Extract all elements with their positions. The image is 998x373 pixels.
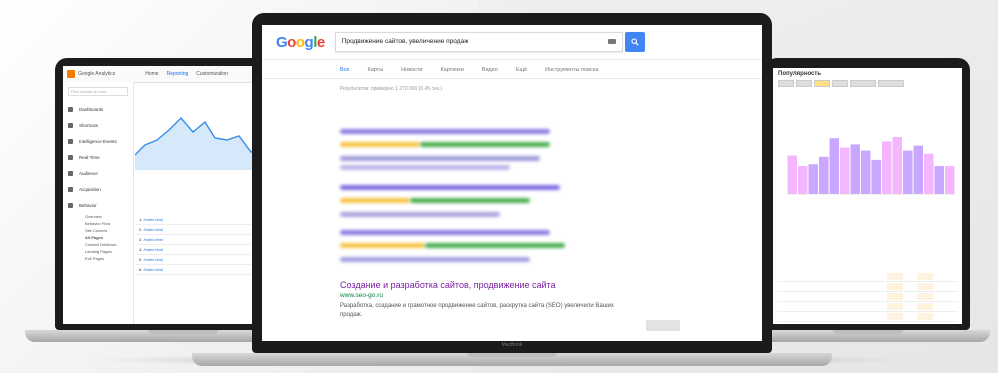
analytics-sidebar: Find reports & more Dashboards Shortcuts… (63, 82, 134, 324)
sidebar-item-acquisition[interactable]: Acquisition (63, 181, 133, 197)
right-laptop: Популярность (745, 58, 990, 348)
tab-reporting[interactable]: Reporting (167, 71, 189, 77)
result-image-placeholder (646, 320, 680, 331)
chart-bar (861, 150, 871, 194)
subnav-landing-pages[interactable]: Landing Pages (63, 248, 133, 255)
tab-more[interactable]: Ещё (516, 67, 527, 73)
table-row[interactable] (777, 313, 958, 322)
bezel-label: MacBook (501, 342, 523, 348)
shortcut-icon (68, 122, 73, 128)
tab-tools[interactable]: Инструменты поиска (545, 67, 598, 73)
result-url[interactable]: www.seo-go.ru (340, 292, 680, 299)
chart-bar (840, 147, 850, 194)
search-icon (631, 38, 639, 46)
result-count: Результатов: примерно 1 270 000 (0,45 се… (340, 86, 443, 92)
subnav-site-content[interactable]: Site Content (63, 227, 133, 234)
sidebar-item-behavior[interactable]: Behavior (63, 197, 133, 213)
result-title-link[interactable]: Создание и разработка сайтов, продвижени… (340, 280, 680, 290)
subnav-content-drilldown[interactable]: Content Drilldown (63, 241, 133, 248)
tab-images[interactable]: Картинки (440, 67, 463, 73)
report-screen: Популярность (773, 68, 962, 324)
tab-maps[interactable]: Карты (367, 67, 383, 73)
center-laptop: Google Продвижение сайтов, увеличение пр… (192, 13, 832, 368)
chart-bar (871, 159, 881, 194)
toolbar-button-active[interactable] (814, 80, 830, 87)
blurred-result-2 (340, 185, 560, 221)
analytics-logo-label: Google Analytics (78, 71, 116, 77)
chart-bar (903, 150, 913, 194)
toolbar-button[interactable] (832, 80, 848, 87)
chart-bar (819, 156, 829, 194)
people-icon (68, 170, 73, 176)
sidebar-item-intelligence[interactable]: Intelligence Events (63, 133, 133, 149)
tab-news[interactable]: Новости (401, 67, 422, 73)
analytics-logo-icon (67, 70, 75, 78)
google-results-screen: Google Продвижение сайтов, увеличение пр… (262, 25, 762, 341)
toolbar-button[interactable] (878, 80, 904, 87)
chart-bar (945, 166, 955, 194)
chart-bar (808, 164, 818, 194)
chart-bar (882, 141, 892, 194)
table-row[interactable] (777, 273, 958, 282)
search-button[interactable] (624, 32, 645, 52)
chart-bar (934, 166, 944, 194)
dashboard-icon (68, 106, 73, 112)
chart-bar (798, 166, 808, 194)
chart-bar (850, 144, 860, 194)
toolbar-button[interactable] (850, 80, 876, 87)
tab-home[interactable]: Home (145, 71, 158, 77)
report-search-input[interactable]: Find reports & more (68, 87, 128, 96)
google-logo: Google (276, 33, 325, 51)
sidebar-item-audience[interactable]: Audience (63, 165, 133, 181)
sidebar-item-realtime[interactable]: Real-Time (63, 149, 133, 165)
behavior-icon (68, 202, 73, 208)
subnav-behavior-flow[interactable]: Behavior Flow (63, 220, 133, 227)
chart-bar (787, 155, 797, 194)
report-toolbar (773, 80, 962, 90)
search-tabs: Все Карты Новости Картинки Видео Ещё Инс… (262, 60, 762, 79)
blurred-result-1 (340, 129, 550, 174)
table-row[interactable] (777, 293, 958, 302)
chart-bar (829, 138, 839, 194)
chart-bar (924, 153, 934, 194)
chart-bar (913, 145, 923, 194)
table-row[interactable] (777, 283, 958, 292)
keyboard-icon[interactable] (607, 39, 616, 44)
sidebar-item-dashboards[interactable]: Dashboards (63, 101, 133, 117)
table-row[interactable] (777, 303, 958, 312)
blurred-result-3 (340, 230, 565, 266)
tab-all[interactable]: Все (340, 67, 349, 73)
google-search-bar: Google Продвижение сайтов, увеличение пр… (262, 25, 762, 60)
bulb-icon (68, 138, 73, 144)
tab-video[interactable]: Видео (482, 67, 498, 73)
sidebar-item-shortcuts[interactable]: Shortcuts (63, 117, 133, 133)
result-snippet: Разработка, создание и грамотное продвиж… (340, 303, 614, 318)
report-title: Популярность (778, 71, 822, 77)
subnav-all-pages[interactable]: All Pages (63, 234, 133, 241)
popularity-bar-chart (787, 136, 955, 195)
search-input[interactable]: Продвижение сайтов, увеличение продаж (334, 32, 623, 52)
toolbar-button[interactable] (778, 80, 794, 87)
tab-customization[interactable]: Customization (196, 71, 228, 77)
clock-icon (68, 154, 73, 160)
search-result: Создание и разработка сайтов, продвижени… (340, 280, 680, 331)
acquisition-icon (68, 186, 73, 192)
toolbar-button[interactable] (796, 80, 812, 87)
chart-bar (892, 136, 902, 194)
subnav-overview[interactable]: Overview (63, 213, 133, 220)
subnav-exit-pages[interactable]: Exit Pages (63, 255, 133, 262)
